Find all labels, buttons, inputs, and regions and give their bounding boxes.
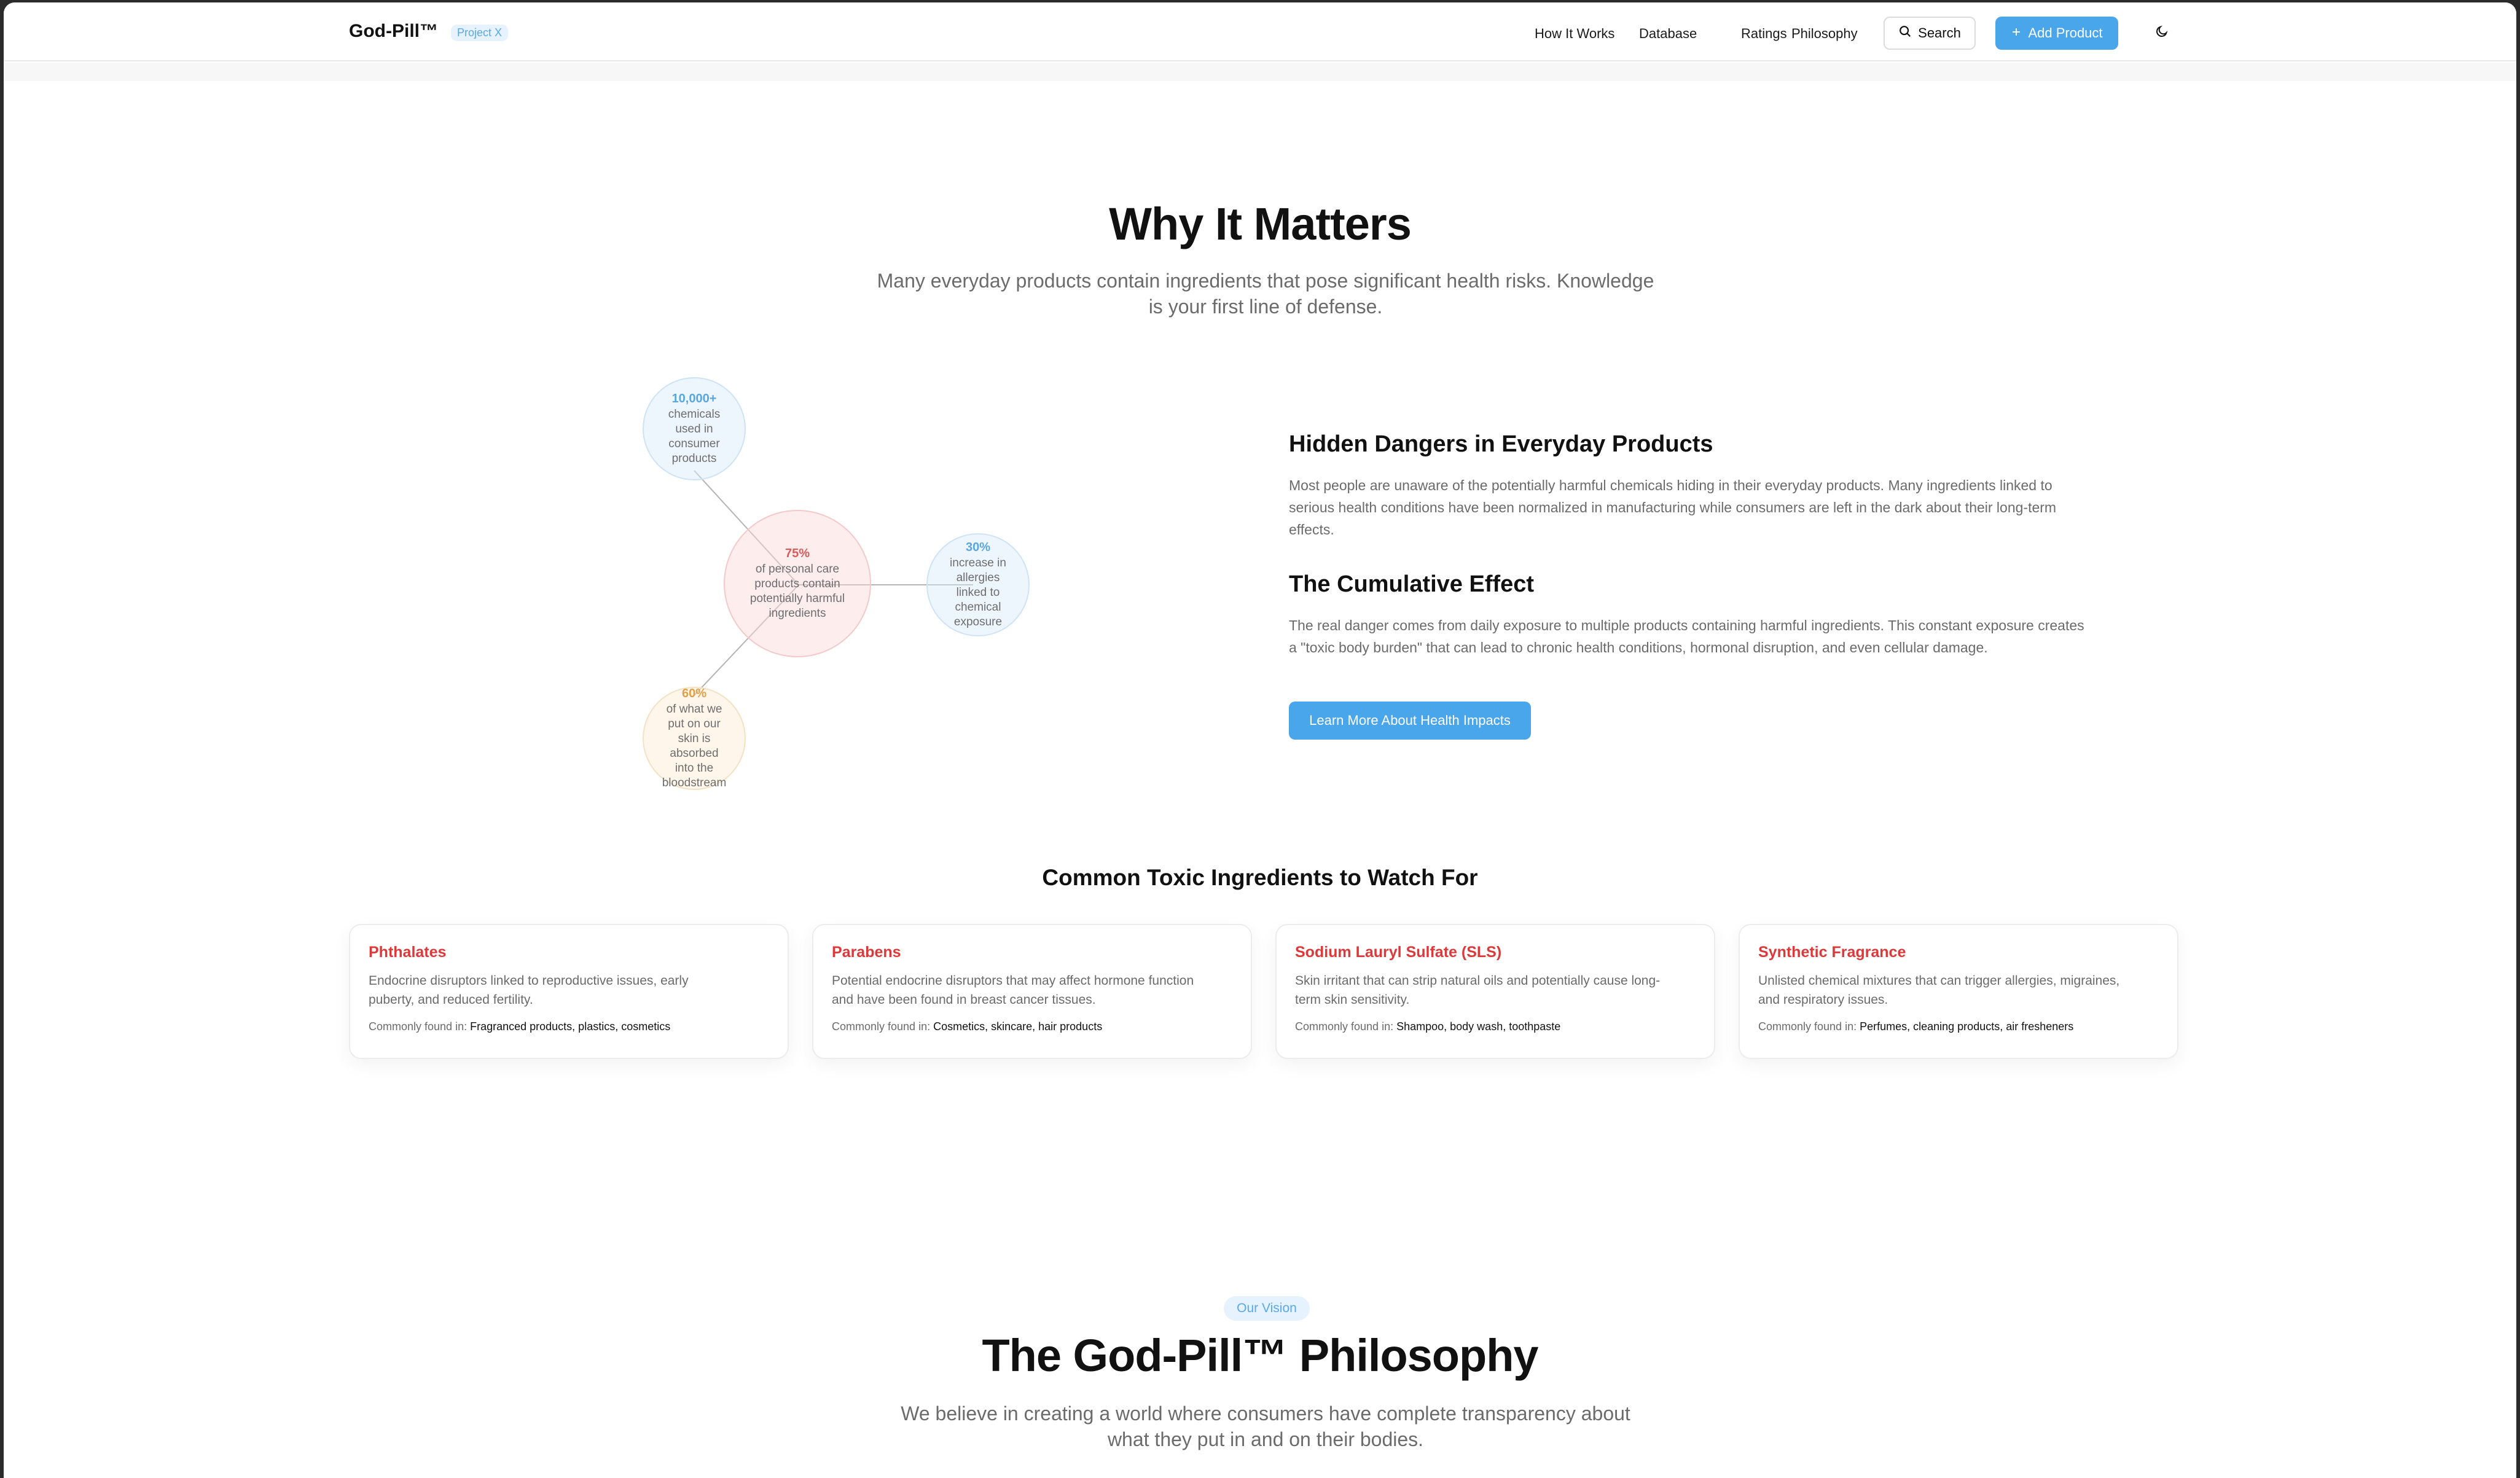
description-line: and have been found in breast cancer tis… xyxy=(832,993,1096,1007)
toxic-ingredients-heading: Common Toxic Ingredients to Watch For xyxy=(1042,865,1478,890)
description-line: puberty, and reduced fertility. xyxy=(369,993,533,1007)
stat-text: increase in xyxy=(950,557,1006,569)
found-in-value: Fragranced products, plastics, cosmetics xyxy=(470,1020,671,1033)
ingredient-name: Synthetic Fragrance xyxy=(1758,944,1906,961)
ingredient-found-in: Commonly found in: Perfumes, cleaning pr… xyxy=(1758,1020,2159,1033)
cumulative-effect-heading: The Cumulative Effect xyxy=(1289,571,1535,597)
paragraph-line: The real danger comes from daily exposur… xyxy=(1289,617,2084,633)
found-in-label: Commonly found in: xyxy=(369,1020,468,1033)
hidden-dangers-heading: Hidden Dangers in Everyday Products xyxy=(1289,431,1713,457)
add-product-button[interactable]: Add Product xyxy=(1995,17,2118,50)
description-line: and respiratory issues. xyxy=(1758,993,1888,1007)
paragraph-line: Most people are unaware of the potential… xyxy=(1289,477,2052,493)
ingredient-description: Endocrine disruptors linked to reproduct… xyxy=(369,971,769,1009)
cumulative-effect-text: The real danger comes from daily exposur… xyxy=(1289,614,2181,659)
ingredient-description: Potential endocrine disruptors that may … xyxy=(832,971,1232,1009)
paragraph-line: serious health conditions have been norm… xyxy=(1289,499,2057,515)
stat-text: consumer xyxy=(668,437,720,450)
stat-text: bloodstream xyxy=(662,776,727,789)
nav-ratings[interactable]: Ratings xyxy=(1741,26,1787,42)
ingredient-card-phthalates[interactable]: Phthalates Endocrine disruptors linked t… xyxy=(349,924,789,1059)
stat-text: into the xyxy=(675,762,714,775)
stat-text: products xyxy=(671,452,717,465)
ingredient-name: Sodium Lauryl Sulfate (SLS) xyxy=(1295,944,1502,961)
page: God-Pill™ Project X How It Works Databas… xyxy=(4,2,2516,1478)
description-line: Unlisted chemical mixtures that can trig… xyxy=(1758,974,2120,988)
found-in-label: Commonly found in: xyxy=(1295,1020,1394,1033)
stat-text: allergies xyxy=(956,571,1000,584)
philosophy-subtitle-line-2: what they put in and on their bodies. xyxy=(1107,1428,1424,1450)
stat-text: used in xyxy=(675,423,713,436)
brand-logo[interactable]: God-Pill™ xyxy=(349,21,438,42)
stat-bubble-personal-care: 75% of personal care products contain po… xyxy=(724,510,871,657)
ingredient-card-synthetic-fragrance[interactable]: Synthetic Fragrance Unlisted chemical mi… xyxy=(1739,924,2178,1059)
found-in-value: Cosmetics, skincare, hair products xyxy=(933,1020,1103,1033)
project-badge: Project X xyxy=(451,25,509,41)
header-shadow-band xyxy=(4,63,2516,81)
stat-bubble-chemicals: 10,000+ chemicals used in consumer produ… xyxy=(643,377,746,480)
stat-bubble-allergies: 30% increase in allergies linked to chem… xyxy=(926,533,1030,636)
why-subtitle: Many everyday products contain ingredien… xyxy=(618,268,1913,319)
stat-text: of what we xyxy=(666,703,722,716)
stat-text: skin is xyxy=(678,732,711,745)
stat-value: 60% xyxy=(681,687,707,700)
our-vision-badge: Our Vision xyxy=(1224,1296,1310,1321)
stat-value: 10,000+ xyxy=(671,392,717,405)
search-button-label: Search xyxy=(1918,25,1961,41)
found-in-value: Shampoo, body wash, toothpaste xyxy=(1396,1020,1561,1033)
ingredient-name: Parabens xyxy=(832,944,901,961)
hidden-dangers-text: Most people are unaware of the potential… xyxy=(1289,474,2181,541)
paragraph-line: a "toxic body burden" that can lead to c… xyxy=(1289,639,1988,655)
search-button[interactable]: Search xyxy=(1884,17,1976,50)
learn-more-button[interactable]: Learn More About Health Impacts xyxy=(1289,702,1531,740)
stat-text: absorbed xyxy=(670,747,719,760)
philosophy-title: The God-Pill™ Philosophy xyxy=(982,1330,1538,1381)
found-in-label: Commonly found in: xyxy=(1758,1020,1857,1033)
why-subtitle-line-2: is your first line of defense. xyxy=(1148,295,1383,318)
stat-text: chemical xyxy=(955,601,1001,614)
nav-database[interactable]: Database xyxy=(1639,26,1697,42)
nav-how-it-works[interactable]: How It Works xyxy=(1535,26,1614,42)
why-title: Why It Matters xyxy=(1109,198,1412,249)
stat-text: put on our xyxy=(668,717,721,730)
stat-text: potentially harmful xyxy=(749,592,845,605)
ingredient-description: Skin irritant that can strip natural oil… xyxy=(1295,971,1696,1009)
moon-icon xyxy=(2155,25,2169,41)
paragraph-line: effects. xyxy=(1289,522,1334,538)
stat-text: ingredients xyxy=(769,607,826,620)
top-nav: God-Pill™ Project X How It Works Databas… xyxy=(4,2,2516,61)
description-line: Skin irritant that can strip natural oil… xyxy=(1295,974,1661,988)
nav-philosophy[interactable]: Philosophy xyxy=(1791,26,1858,42)
ingredient-name: Phthalates xyxy=(369,944,447,961)
description-line: term skin sensitivity. xyxy=(1295,993,1410,1007)
description-line: Endocrine disruptors linked to reproduct… xyxy=(369,974,689,988)
ingredient-found-in: Commonly found in: Cosmetics, skincare, … xyxy=(832,1020,1232,1033)
found-in-label: Commonly found in: xyxy=(832,1020,931,1033)
add-product-label: Add Product xyxy=(2028,25,2103,41)
ingredient-card-sls[interactable]: Sodium Lauryl Sulfate (SLS) Skin irritan… xyxy=(1275,924,1715,1059)
why-subtitle-line-1: Many everyday products contain ingredien… xyxy=(877,270,1654,292)
stat-bubble-absorption: 60% of what we put on our skin is absorb… xyxy=(643,687,746,790)
search-icon xyxy=(1898,25,1912,42)
philosophy-subtitle: We believe in creating a world where con… xyxy=(679,1401,1852,1452)
ingredient-found-in: Commonly found in: Fragranced products, … xyxy=(369,1020,769,1033)
stat-text: products contain xyxy=(754,577,840,590)
ingredient-found-in: Commonly found in: Shampoo, body wash, t… xyxy=(1295,1020,1696,1033)
stat-text: of personal care xyxy=(755,563,840,576)
theme-toggle-button[interactable] xyxy=(2153,23,2171,42)
ingredient-description: Unlisted chemical mixtures that can trig… xyxy=(1758,971,2159,1009)
philosophy-subtitle-line-1: We believe in creating a world where con… xyxy=(901,1402,1630,1425)
stat-text: chemicals xyxy=(668,408,721,421)
stat-value: 30% xyxy=(965,541,991,554)
stat-text: linked to xyxy=(956,586,1000,599)
stat-value: 75% xyxy=(785,547,810,560)
found-in-value: Perfumes, cleaning products, air freshen… xyxy=(1860,1020,2074,1033)
plus-icon xyxy=(2011,25,2022,41)
description-line: Potential endocrine disruptors that may … xyxy=(832,974,1194,988)
stat-text: exposure xyxy=(953,616,1003,628)
ingredient-card-parabens[interactable]: Parabens Potential endocrine disruptors … xyxy=(812,924,1252,1059)
